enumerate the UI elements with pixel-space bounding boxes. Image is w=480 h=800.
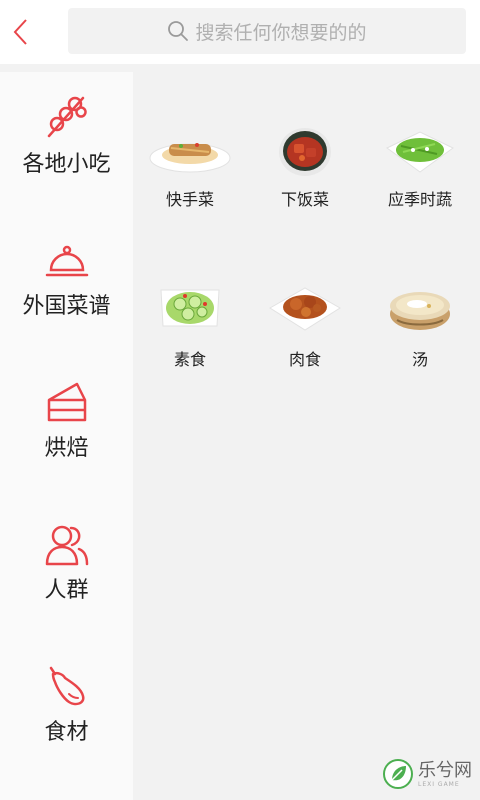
sidebar-item-people[interactable]: 人群 bbox=[0, 514, 133, 624]
sidebar-item-foreign-recipes[interactable]: 外国菜谱 bbox=[0, 230, 133, 340]
category-item-vegetarian[interactable]: 素食 bbox=[140, 274, 240, 394]
top-bar: 搜索任何你想要的的 bbox=[0, 0, 480, 64]
sidebar-item-label: 烘焙 bbox=[44, 436, 89, 461]
dish-image bbox=[149, 143, 231, 173]
category-item-soup[interactable]: 汤 bbox=[370, 274, 470, 394]
category-item-meat[interactable]: 肉食 bbox=[255, 274, 355, 394]
search-placeholder: 搜索任何你想要的的 bbox=[195, 21, 367, 44]
sidebar-item-label: 食材 bbox=[44, 720, 89, 745]
search-icon bbox=[167, 20, 189, 42]
watermark-title: 乐兮网 bbox=[418, 759, 472, 781]
category-item-seasonal-vegetables[interactable]: 应季时蔬 bbox=[370, 122, 470, 242]
category-item-label: 应季时蔬 bbox=[387, 190, 452, 209]
cake-slice-icon bbox=[45, 372, 89, 424]
category-item-label: 汤 bbox=[411, 350, 428, 369]
cloche-icon bbox=[45, 230, 89, 282]
category-item-rice-dishes[interactable]: 下饭菜 bbox=[255, 122, 355, 242]
sidebar-item-label: 各地小吃 bbox=[22, 152, 111, 177]
sidebar-item-baking[interactable]: 烘焙 bbox=[0, 372, 133, 482]
category-item-quick-dishes[interactable]: 快手菜 bbox=[140, 122, 240, 242]
dish-image bbox=[269, 287, 341, 331]
dish-image bbox=[386, 131, 454, 173]
leaf-logo-icon bbox=[383, 759, 413, 789]
dish-image bbox=[390, 292, 450, 330]
people-icon bbox=[44, 514, 90, 566]
watermark-subtitle: LEXI GAME bbox=[418, 780, 460, 788]
dish-image bbox=[279, 128, 331, 176]
search-input[interactable]: 搜索任何你想要的的 bbox=[68, 8, 466, 54]
sidebar-item-local-snacks[interactable]: 各地小吃 bbox=[0, 88, 133, 198]
sidebar-item-ingredients[interactable]: 食材 bbox=[0, 656, 133, 766]
category-grid: 快手菜 下饭菜 应季时蔬 素食 肉食 汤 bbox=[133, 72, 480, 800]
category-sidebar: 各地小吃 外国菜谱 烘焙 人群 食材 bbox=[0, 72, 133, 800]
watermark: 乐兮网 LEXI GAME bbox=[382, 752, 478, 796]
chevron-left-icon bbox=[13, 19, 27, 45]
category-item-label: 下饭菜 bbox=[280, 190, 329, 209]
category-item-label: 快手菜 bbox=[165, 190, 214, 209]
skewer-icon bbox=[45, 88, 89, 140]
eggplant-icon bbox=[45, 656, 89, 708]
category-item-label: 素食 bbox=[173, 350, 206, 369]
sidebar-item-label: 人群 bbox=[44, 578, 89, 603]
sidebar-item-label: 外国菜谱 bbox=[22, 294, 111, 319]
dish-image bbox=[160, 289, 220, 327]
category-item-label: 肉食 bbox=[288, 350, 321, 369]
back-button[interactable] bbox=[6, 12, 36, 52]
